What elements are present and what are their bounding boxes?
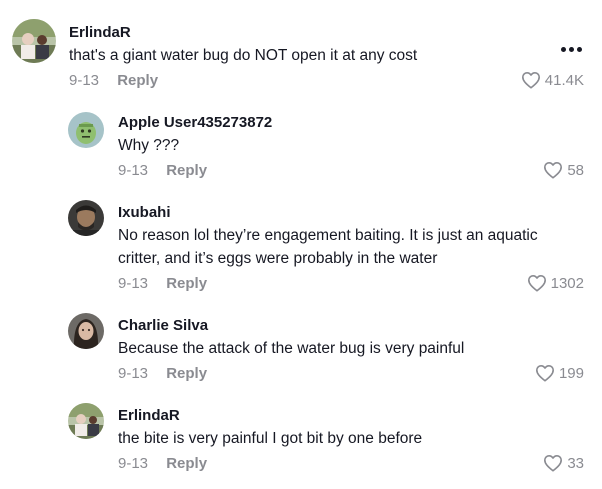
comment-meta: 9-13 Reply xyxy=(118,162,207,179)
dot xyxy=(577,47,582,52)
comment-date: 9-13 xyxy=(69,72,100,89)
avatar[interactable] xyxy=(68,313,104,349)
like-count: 199 xyxy=(558,364,584,382)
reply-button[interactable]: Reply xyxy=(166,365,207,382)
comment-author[interactable]: Charlie Silva xyxy=(118,317,208,334)
reply-button[interactable]: Reply xyxy=(166,275,207,292)
comment-text: Why ??? xyxy=(118,137,180,154)
heart-outline-icon xyxy=(544,454,563,472)
avatar[interactable] xyxy=(68,200,104,236)
like-count: 1302 xyxy=(550,274,584,292)
comment-text: that's a giant water bug do NOT open it … xyxy=(69,47,418,64)
like-button[interactable]: 41.4K xyxy=(521,71,584,89)
comment-author[interactable]: ErlindaR xyxy=(118,407,180,424)
comment-meta: 9-13 Reply xyxy=(118,455,207,472)
avatar[interactable] xyxy=(68,403,104,439)
dot xyxy=(569,47,574,52)
like-count: 41.4K xyxy=(544,71,584,89)
comment-date: 9-13 xyxy=(118,162,149,179)
reply-button[interactable]: Reply xyxy=(117,72,158,89)
like-button[interactable]: 1302 xyxy=(527,274,584,292)
comment-text-line: critter, and it’s eggs were probably in … xyxy=(118,250,438,267)
comment-author[interactable]: ErlindaR xyxy=(69,24,131,41)
comment-meta: 9-13 Reply xyxy=(69,72,158,89)
comment-meta: 9-13 Reply xyxy=(118,275,207,292)
like-count: 58 xyxy=(567,161,584,179)
comment-text: Because the attack of the water bug is v… xyxy=(118,340,465,357)
heart-outline-icon xyxy=(521,71,540,89)
comment-date: 9-13 xyxy=(118,275,149,292)
avatar[interactable] xyxy=(68,112,104,148)
more-options-icon[interactable] xyxy=(561,47,582,52)
dot xyxy=(561,47,566,52)
like-count: 33 xyxy=(567,454,584,472)
reply-button[interactable]: Reply xyxy=(166,455,207,472)
comment-text: the bite is very painful I got bit by on… xyxy=(118,430,423,447)
comment-author[interactable]: Ixubahi xyxy=(118,204,171,221)
comment-date: 9-13 xyxy=(118,365,149,382)
reply-button[interactable]: Reply xyxy=(166,162,207,179)
like-button[interactable]: 33 xyxy=(543,454,584,472)
avatar[interactable] xyxy=(12,19,56,63)
comment-text-line: No reason lol they’re engagement baiting… xyxy=(118,227,538,244)
like-button[interactable]: 199 xyxy=(535,364,584,382)
comment-meta: 9-13 Reply xyxy=(118,365,207,382)
heart-outline-icon xyxy=(535,364,554,382)
heart-outline-icon xyxy=(544,161,563,179)
heart-outline-icon xyxy=(527,274,546,292)
comment-author[interactable]: Apple User435273872 xyxy=(118,114,272,131)
comment-date: 9-13 xyxy=(118,455,149,472)
like-button[interactable]: 58 xyxy=(543,161,584,179)
